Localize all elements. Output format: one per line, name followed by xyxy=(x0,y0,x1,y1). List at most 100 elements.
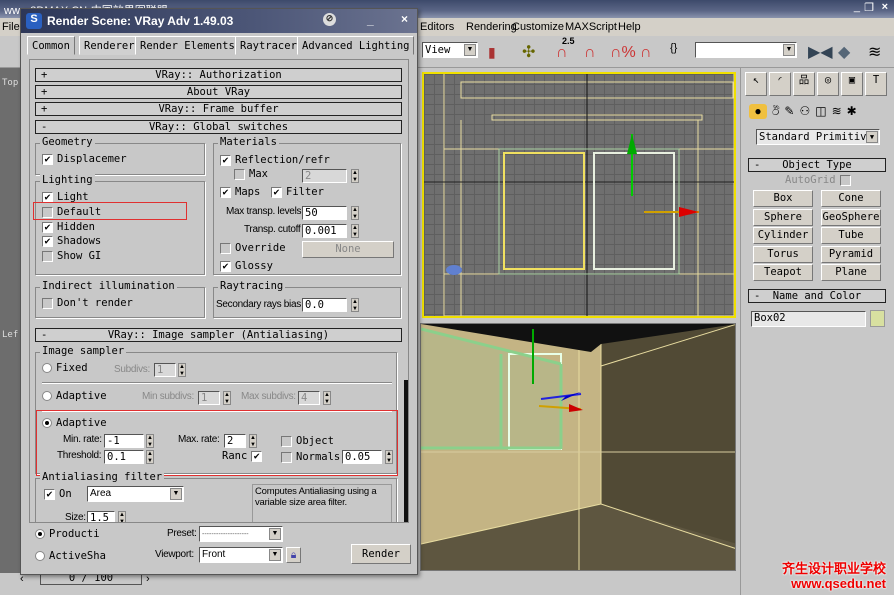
transp-cutoff-input[interactable]: 0.001 xyxy=(302,224,347,238)
rollout-authorization[interactable]: + VRay:: Authorization xyxy=(35,68,402,82)
snap-toggle-icon[interactable]: ∩ xyxy=(556,44,568,62)
cameras-icon[interactable]: ⚇ xyxy=(799,104,810,119)
subdivs-spinner[interactable]: ▲ ▼ xyxy=(178,363,186,377)
panel-scrollbar[interactable] xyxy=(404,380,408,522)
utilities-tab-icon[interactable]: T xyxy=(865,72,887,96)
tube-button[interactable]: Tube xyxy=(821,227,881,244)
create-tab-icon[interactable]: ↖ xyxy=(745,72,767,96)
max-subdivs-spinner[interactable]: ▲ ▼ xyxy=(323,391,331,405)
menu-file[interactable]: File xyxy=(2,21,20,33)
sphere-button[interactable]: Sphere xyxy=(753,209,813,226)
maps-checkbox[interactable]: ✔ Maps xyxy=(220,186,260,198)
named-selection-sets[interactable]: ▼ xyxy=(695,42,797,58)
minimize-icon[interactable]: _ xyxy=(854,1,860,13)
max-depth-input[interactable]: 2 xyxy=(302,169,347,183)
rollout-about-vray[interactable]: + About VRay xyxy=(35,85,402,99)
fixed-rate-radio[interactable]: Fixed xyxy=(42,362,88,374)
display-tab-icon[interactable]: ▣ xyxy=(841,72,863,96)
autogrid-checkbox[interactable]: AutoGrid xyxy=(785,174,851,186)
aa-filter-dropdown[interactable]: Area ▼ xyxy=(87,486,184,502)
box-button[interactable]: Box xyxy=(753,190,813,207)
restore-icon[interactable]: ❐ xyxy=(864,1,874,14)
shadows-checkbox[interactable]: ✔ Shadows xyxy=(42,235,101,247)
max-depth-spinner[interactable]: ▲ ▼ xyxy=(351,169,359,183)
close-icon[interactable]: × xyxy=(401,12,408,26)
mirror-icon[interactable]: ▶◀ xyxy=(808,42,833,62)
teapot-button[interactable]: Teapot xyxy=(753,264,813,281)
spacewarps-icon[interactable]: ≋ xyxy=(832,104,842,119)
show-gi-checkbox[interactable]: Show GI xyxy=(42,250,101,262)
rollout-image-sampler[interactable]: - VRay:: Image sampler (Antialiasing) xyxy=(35,328,402,342)
filter-size-spinner[interactable]: ▲ ▼ xyxy=(118,511,126,522)
rollout-frame-buffer[interactable]: + VRay:: Frame buffer xyxy=(35,102,402,116)
tab-raytracer[interactable]: Raytracer xyxy=(235,36,302,55)
max-depth-checkbox[interactable]: Max xyxy=(234,168,268,180)
time-slider[interactable]: ‹ 0 / 100 › xyxy=(20,571,420,595)
override-material-button[interactable]: None xyxy=(302,241,394,258)
rollout-global-switches[interactable]: - VRay:: Global switches xyxy=(35,120,402,134)
object-name-input[interactable]: Box02 xyxy=(751,311,866,327)
lights-icon[interactable]: ✎ xyxy=(784,104,794,119)
lock-icon[interactable]: 🔒︎ xyxy=(286,547,301,563)
align-icon[interactable]: ◆ xyxy=(838,42,850,62)
adaptive-dmc-radio[interactable]: Adaptive xyxy=(42,390,107,402)
menu-help[interactable]: Help xyxy=(618,21,641,33)
cone-button[interactable]: Cone xyxy=(821,190,881,207)
max-transp-input[interactable]: 50 xyxy=(302,206,347,220)
max-subdivs-input[interactable]: 4 xyxy=(298,391,320,405)
render-button[interactable]: Render xyxy=(351,544,411,564)
cylinder-button[interactable]: Cylinder xyxy=(753,227,813,244)
tab-renderer[interactable]: Renderer xyxy=(79,36,140,55)
pivot-icon[interactable]: ✣ xyxy=(522,42,535,62)
tab-render-elements[interactable]: Render Elements xyxy=(135,36,240,55)
category-dropdown[interactable]: Standard Primitiv ▼ xyxy=(756,129,880,145)
preset-dropdown[interactable]: -------------------- ▼ xyxy=(199,526,283,542)
hierarchy-tab-icon[interactable]: 品 xyxy=(793,72,815,96)
shapes-icon[interactable]: ඊ xyxy=(772,104,779,119)
production-radio[interactable]: Producti xyxy=(35,528,100,540)
name-color-rollout[interactable]: - Name and Color xyxy=(748,289,886,303)
spinner-snap-icon[interactable]: ∩ xyxy=(640,44,652,62)
subdivs-input[interactable]: 1 xyxy=(154,363,176,377)
minimize-icon[interactable]: _ xyxy=(367,13,374,27)
hidden-lights-checkbox[interactable]: ✔ Hidden xyxy=(42,221,95,233)
menu-rendering[interactable]: Rendering xyxy=(466,21,517,33)
object-color-swatch[interactable] xyxy=(870,310,885,327)
layers-icon[interactable]: ≋ xyxy=(868,42,881,62)
viewport-label-left[interactable]: Lef xyxy=(2,330,18,340)
tab-common[interactable]: Common xyxy=(27,36,75,55)
glossy-effects-checkbox[interactable]: ✔ Glossy xyxy=(220,260,273,272)
override-material-checkbox[interactable]: Override xyxy=(220,242,286,254)
displacement-checkbox[interactable]: ✔ Displacemer xyxy=(42,153,127,165)
plane-button[interactable]: Plane xyxy=(821,264,881,281)
reference-coord-select[interactable]: View ▼ xyxy=(422,42,478,58)
close-icon[interactable]: × xyxy=(882,1,888,13)
object-type-rollout[interactable]: - Object Type xyxy=(748,158,886,172)
geometry-icon[interactable]: ● xyxy=(749,104,767,119)
aa-filter-on-checkbox[interactable]: ✔ On xyxy=(44,488,72,500)
filter-maps-checkbox[interactable]: ✔ Filter xyxy=(271,186,324,198)
pyramid-button[interactable]: Pyramid xyxy=(821,246,881,263)
transp-cutoff-spinner[interactable]: ▲ ▼ xyxy=(351,224,359,238)
helpers-icon[interactable]: ◫ xyxy=(815,104,826,119)
dont-render-final-checkbox[interactable]: Don't render xyxy=(42,297,133,309)
viewport-label-top[interactable]: Top xyxy=(2,78,18,88)
reflection-refraction-checkbox[interactable]: ✔ Reflection/refr xyxy=(220,154,330,166)
tab-advanced-lighting[interactable]: Advanced Lighting xyxy=(297,36,415,55)
menu-editors[interactable]: Editors xyxy=(420,21,454,33)
viewport-top[interactable] xyxy=(422,72,736,318)
geosphere-button[interactable]: GeoSphere xyxy=(821,209,881,226)
select-manipulate-icon[interactable]: ▮ xyxy=(488,44,496,61)
menu-maxscript[interactable]: MAXScript xyxy=(565,21,617,33)
named-selection-icon[interactable]: {} xyxy=(670,42,677,54)
viewport-perspective[interactable] xyxy=(420,323,736,571)
menu-customize[interactable]: Customize xyxy=(512,21,564,33)
activeshade-radio[interactable]: ActiveSha xyxy=(35,550,106,562)
systems-icon[interactable]: ✱ xyxy=(847,104,857,119)
viewport-dropdown[interactable]: Front ▼ xyxy=(199,547,283,563)
min-subdivs-input[interactable]: 1 xyxy=(198,391,220,405)
info-icon[interactable]: ⊘ xyxy=(323,13,336,26)
max-transp-spinner[interactable]: ▲ ▼ xyxy=(351,206,359,220)
filter-size-input[interactable]: 1.5 xyxy=(87,511,115,522)
secondary-bias-spinner[interactable]: ▲ ▼ xyxy=(351,298,359,312)
